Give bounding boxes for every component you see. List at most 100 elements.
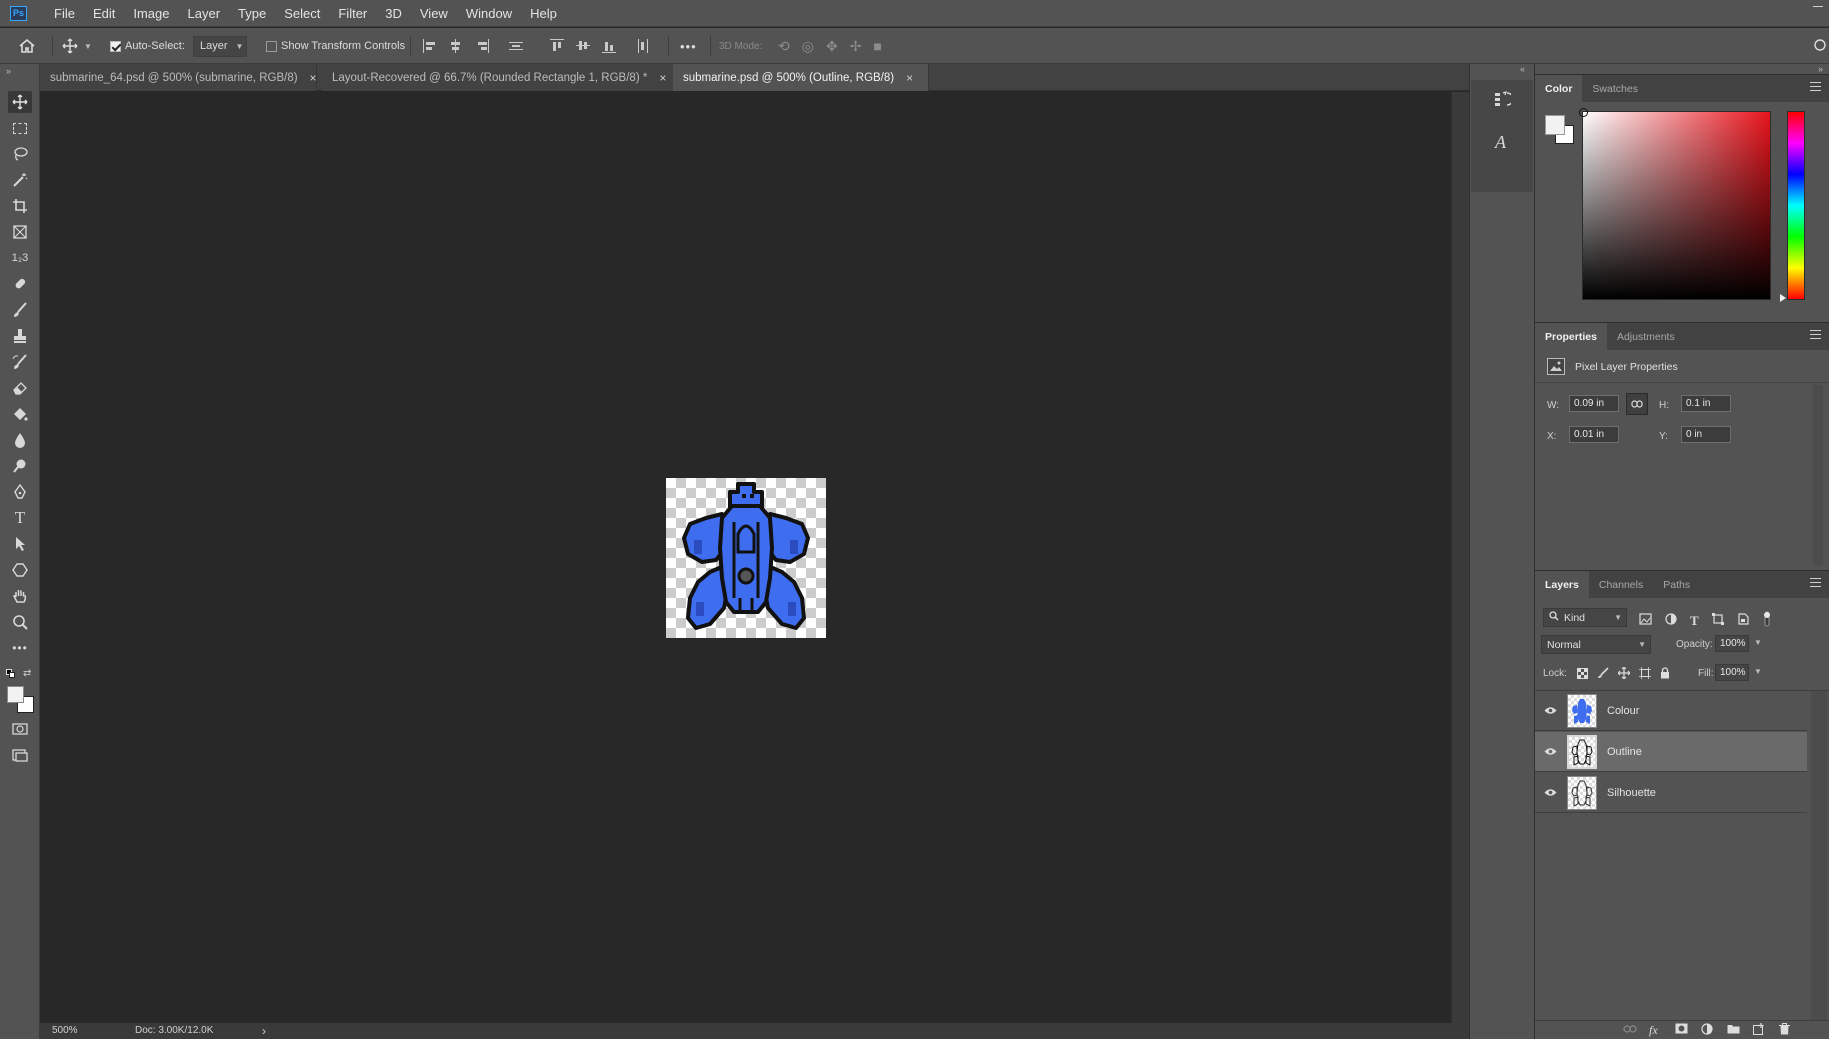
collapse-double-arrow-icon[interactable]: » — [1818, 64, 1823, 74]
tab-swatches[interactable]: Swatches — [1582, 75, 1648, 102]
menu-file[interactable]: File — [45, 0, 84, 27]
menu-3d[interactable]: 3D — [376, 0, 411, 27]
document-canvas[interactable] — [666, 478, 826, 638]
edit-toolbar-more-icon[interactable]: ••• — [8, 637, 32, 659]
color-swatches[interactable] — [7, 686, 34, 713]
tab-submarine[interactable]: submarine.psd @ 500% (Outline, RGB/8) × — [673, 64, 929, 91]
layers-scrollbar[interactable] — [1811, 691, 1827, 1021]
fill-field[interactable]: 100% — [1715, 664, 1749, 681]
layer-row-silhouette[interactable]: Silhouette — [1535, 773, 1807, 813]
align-vertical-centers-icon[interactable] — [576, 39, 590, 53]
width-field[interactable]: 0.09 in — [1569, 395, 1619, 412]
properties-scrollbar[interactable] — [1813, 385, 1823, 565]
menu-filter[interactable]: Filter — [329, 0, 376, 27]
height-field[interactable]: 0.1 in — [1681, 395, 1731, 412]
close-icon[interactable]: × — [310, 71, 317, 85]
default-colors-icon[interactable] — [6, 669, 15, 678]
move-tool-preset-icon[interactable]: ▼ — [62, 28, 92, 64]
home-icon[interactable] — [18, 28, 36, 64]
filter-smart-object-icon[interactable] — [1737, 613, 1749, 628]
y-field[interactable]: 0 in — [1681, 426, 1731, 443]
drag-3d-icon[interactable]: ✥ — [826, 38, 838, 55]
tab-channels[interactable]: Channels — [1589, 571, 1653, 598]
menu-view[interactable]: View — [411, 0, 457, 27]
menu-image[interactable]: Image — [124, 0, 178, 27]
tab-properties[interactable]: Properties — [1535, 323, 1607, 350]
layer-filter-dropdown[interactable]: Kind ▼ — [1543, 608, 1627, 627]
roll-3d-icon[interactable]: ◎ — [802, 38, 814, 55]
tab-color[interactable]: Color — [1535, 75, 1583, 102]
auto-select-check-icon[interactable] — [110, 40, 121, 52]
lock-artboard-icon[interactable] — [1639, 667, 1651, 682]
path-selection-tool-icon[interactable] — [8, 533, 32, 555]
mask-icon[interactable] — [1675, 1023, 1689, 1035]
clone-stamp-tool-icon[interactable] — [8, 325, 32, 347]
color-picker-handle[interactable] — [1579, 108, 1588, 117]
window-minimize-icon[interactable] — [1813, 6, 1823, 7]
close-icon[interactable]: × — [659, 71, 666, 85]
visibility-eye-icon[interactable] — [1535, 788, 1565, 797]
lock-all-icon[interactable] — [1660, 667, 1670, 682]
zoom-tool-icon[interactable] — [8, 611, 32, 633]
panel-menu-icon[interactable] — [1810, 330, 1821, 340]
orbit-3d-icon[interactable]: ⟲ — [778, 38, 790, 55]
menu-window[interactable]: Window — [457, 0, 521, 27]
show-transform-controls-checkbox[interactable]: Show Transform Controls — [266, 28, 405, 64]
align-right-edges-icon[interactable] — [475, 39, 489, 53]
count-tool-icon[interactable]: 1₂3 — [8, 247, 32, 269]
auto-select-target-dropdown[interactable]: Layer ▼ — [193, 35, 247, 57]
history-panel-icon[interactable] — [1493, 90, 1514, 108]
align-top-edges-icon[interactable] — [550, 39, 564, 53]
new-layer-icon[interactable] — [1753, 1023, 1767, 1035]
menu-select[interactable]: Select — [275, 0, 329, 27]
type-tool-icon[interactable]: T — [8, 507, 32, 529]
history-brush-tool-icon[interactable] — [8, 351, 32, 373]
tab-submarine-64[interactable]: submarine_64.psd @ 500% (submarine, RGB/… — [40, 64, 317, 91]
spot-healing-tool-icon[interactable] — [8, 273, 32, 295]
panel-menu-icon[interactable] — [1810, 578, 1821, 588]
pen-tool-icon[interactable] — [8, 481, 32, 503]
foreground-color-swatch[interactable] — [1545, 115, 1565, 135]
auto-select-checkbox[interactable]: Auto-Select: — [110, 28, 185, 64]
blend-mode-dropdown[interactable]: Normal ▼ — [1541, 635, 1651, 654]
screen-mode-icon[interactable] — [8, 744, 32, 766]
scale-3d-icon[interactable]: ■ — [873, 38, 881, 54]
foreground-color-swatch[interactable] — [7, 686, 24, 703]
hand-tool-icon[interactable] — [8, 585, 32, 607]
link-dimensions-icon[interactable] — [1626, 393, 1648, 415]
filter-adjustment-icon[interactable] — [1665, 613, 1677, 628]
x-field[interactable]: 0.01 in — [1569, 426, 1619, 443]
layer-name[interactable]: Colour — [1607, 705, 1639, 717]
collapse-double-arrow-icon[interactable]: » — [6, 66, 11, 76]
opacity-chevron-down-icon[interactable]: ▼ — [1754, 638, 1762, 647]
search-icon[interactable] — [1812, 28, 1826, 64]
link-icon[interactable] — [1623, 1023, 1637, 1035]
eraser-tool-icon[interactable] — [8, 377, 32, 399]
crop-tool-icon[interactable] — [8, 195, 32, 217]
status-menu-arrow-icon[interactable]: › — [262, 1024, 266, 1038]
show-transform-check-icon[interactable] — [266, 40, 277, 52]
menu-edit[interactable]: Edit — [84, 0, 124, 27]
align-horizontal-centers-icon[interactable] — [449, 39, 463, 53]
lock-transparent-pixels-icon[interactable] — [1577, 667, 1588, 682]
tab-paths[interactable]: Paths — [1653, 571, 1700, 598]
menu-layer[interactable]: Layer — [179, 0, 230, 27]
slide-3d-icon[interactable]: ✢ — [850, 38, 862, 55]
swap-colors-icon[interactable]: ⇄ — [23, 668, 31, 679]
filter-pixel-icon[interactable] — [1639, 613, 1652, 628]
tab-adjustments[interactable]: Adjustments — [1607, 323, 1685, 350]
frame-tool-icon[interactable] — [8, 221, 32, 243]
fill-chevron-down-icon[interactable]: ▼ — [1754, 667, 1762, 676]
more-options-button[interactable]: ••• — [680, 28, 697, 64]
color-field[interactable] — [1579, 108, 1771, 300]
layer-row-colour[interactable]: Colour — [1535, 691, 1807, 731]
visibility-eye-icon[interactable] — [1535, 747, 1565, 756]
lock-image-pixels-icon[interactable] — [1597, 667, 1609, 682]
visibility-eye-icon[interactable] — [1535, 706, 1565, 715]
group-icon[interactable] — [1727, 1023, 1741, 1035]
trash-icon[interactable] — [1779, 1023, 1793, 1035]
hue-slider[interactable] — [1787, 111, 1805, 300]
color-swatches[interactable] — [1545, 115, 1575, 145]
distribute-horizontal-icon[interactable] — [636, 39, 650, 53]
move-tool-icon[interactable] — [8, 91, 32, 113]
